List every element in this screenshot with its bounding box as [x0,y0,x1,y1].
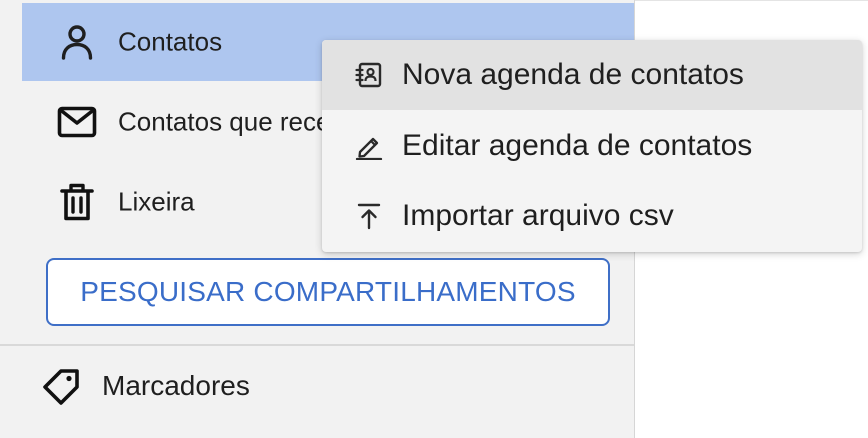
menu-item-importar-csv[interactable]: Importar arquivo csv [322,181,862,251]
app-window: Contatos Contatos que recebi Lixeira PES… [0,0,868,438]
trash-icon [57,182,97,222]
sidebar-item-label: Contatos [118,26,223,57]
menu-item-label: Importar arquivo csv [402,199,674,232]
menu-item-label: Nova agenda de contatos [402,58,744,91]
menu-item-nova-agenda[interactable]: Nova agenda de contatos [322,40,862,110]
context-menu: Nova agenda de contatos Editar agenda de… [322,40,862,252]
sidebar-item-label: Lixeira [118,186,195,217]
search-shares-button[interactable]: PESQUISAR COMPARTILHAMENTOS [46,258,610,326]
menu-item-editar-agenda[interactable]: Editar agenda de contatos [322,111,862,181]
pencil-icon [354,131,384,161]
sidebar-item-label: Contatos que recebi [118,106,351,137]
tag-icon [40,364,82,406]
contact-book-icon [354,60,384,90]
main-top-border [635,0,868,1]
menu-item-label: Editar agenda de contatos [402,129,753,162]
envelope-icon [57,102,97,142]
sidebar-tags-label: Marcadores [102,370,250,401]
sidebar-item-marcadores[interactable]: Marcadores [0,346,634,426]
upload-icon [354,201,384,231]
person-icon [57,22,97,62]
